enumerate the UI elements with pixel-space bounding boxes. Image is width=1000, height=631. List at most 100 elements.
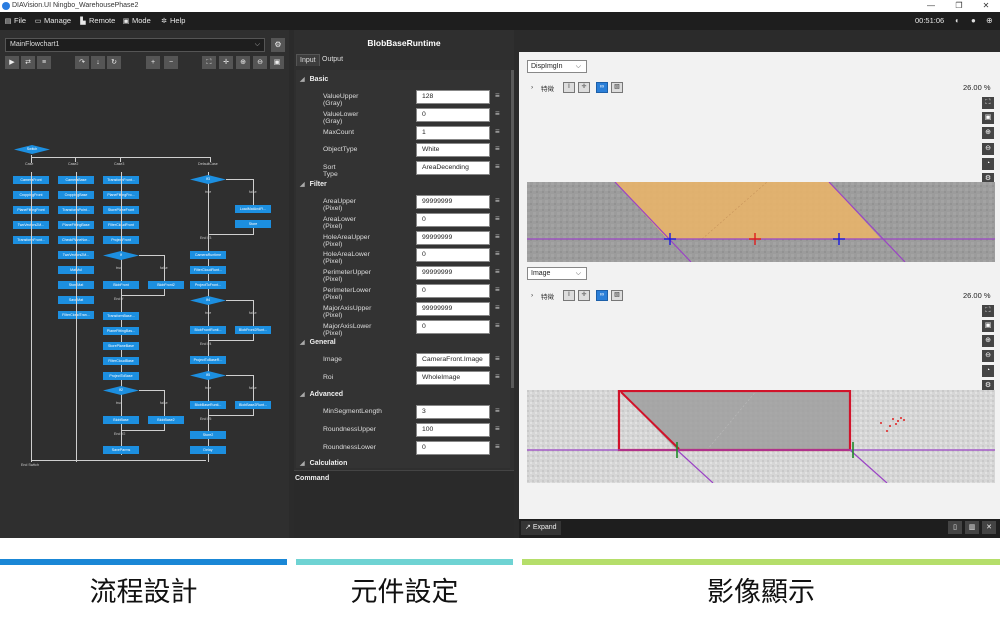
section-header[interactable]: ◢ Basic bbox=[300, 76, 328, 83]
section-header[interactable]: ◢ Filter bbox=[300, 181, 327, 188]
flow-node[interactable]: FilterCloudRunt... bbox=[190, 266, 226, 274]
property-menu-icon[interactable]: ≡ bbox=[495, 109, 500, 118]
text-tool-icon[interactable]: I bbox=[563, 290, 575, 301]
layout-single-button[interactable]: ▯ bbox=[948, 521, 962, 534]
property-value-field[interactable]: 99999999 bbox=[416, 195, 490, 209]
flow-condition[interactable]: If2 bbox=[103, 386, 139, 395]
layout-split-button[interactable]: ▥ bbox=[965, 521, 979, 534]
maximize-button[interactable]: ❐ bbox=[945, 0, 973, 12]
property-menu-icon[interactable]: ≡ bbox=[495, 267, 500, 276]
flow-node[interactable]: PlaneFittingBas... bbox=[103, 327, 139, 335]
flow-node[interactable]: BlobFront2 bbox=[148, 281, 184, 289]
actual-size-button[interactable]: ▣ bbox=[982, 112, 994, 124]
section-header[interactable]: ◢ Calculation bbox=[300, 460, 347, 467]
theme-icon[interactable]: ◐ bbox=[955, 12, 960, 30]
property-value-field[interactable]: 99999999 bbox=[416, 266, 490, 281]
property-menu-icon[interactable]: ≡ bbox=[495, 303, 500, 312]
property-value-field[interactable]: AreaDecending bbox=[416, 161, 490, 176]
section-header[interactable]: ◢ General bbox=[300, 339, 336, 346]
flow-node[interactable]: BlobFront bbox=[103, 281, 139, 289]
user-icon[interactable]: ● bbox=[971, 12, 976, 30]
top-image-canvas[interactable] bbox=[527, 182, 995, 262]
flow-node[interactable]: BlobBase bbox=[103, 416, 139, 424]
property-menu-icon[interactable]: ≡ bbox=[495, 127, 500, 136]
overlay-tool-icon[interactable]: ▧ bbox=[611, 82, 623, 93]
language-icon[interactable]: ⊕ bbox=[986, 12, 993, 30]
property-value-field[interactable]: 0 bbox=[416, 212, 490, 227]
property-menu-icon[interactable]: ≡ bbox=[495, 321, 500, 330]
property-value-field[interactable]: 0 bbox=[416, 440, 490, 455]
zoom-in-image-button[interactable]: ⊕ bbox=[982, 127, 994, 139]
property-menu-icon[interactable]: ≡ bbox=[495, 442, 500, 451]
property-value-field[interactable]: 0 bbox=[416, 107, 490, 122]
flow-node[interactable]: ProjectToFront... bbox=[190, 281, 226, 289]
flow-node[interactable]: ProjectToBaseR... bbox=[190, 356, 226, 364]
property-menu-icon[interactable]: ≡ bbox=[495, 196, 500, 205]
flow-node[interactable]: BlobFront2Runt... bbox=[235, 326, 271, 334]
property-menu-icon[interactable]: ≡ bbox=[495, 424, 500, 433]
property-menu-icon[interactable]: ≡ bbox=[495, 162, 500, 171]
flow-node[interactable]: LoadMatAndFi... bbox=[235, 205, 271, 213]
property-menu-icon[interactable]: ≡ bbox=[495, 285, 500, 294]
flow-condition[interactable]: If bbox=[103, 251, 139, 260]
cross-tool-icon[interactable]: ✛ bbox=[578, 290, 590, 301]
zoom-out-image-button[interactable]: ⊖ bbox=[982, 143, 994, 155]
zoom-in-image-button[interactable]: ⊕ bbox=[982, 335, 994, 347]
property-value-field[interactable]: 0 bbox=[416, 319, 490, 334]
actual-size-button[interactable]: ▣ bbox=[982, 320, 994, 332]
property-menu-icon[interactable]: ≡ bbox=[495, 144, 500, 153]
link-tool-icon[interactable]: ∞ bbox=[596, 82, 608, 93]
top-image-select[interactable]: DispImgIn ⌵ bbox=[527, 60, 587, 73]
flow-node[interactable]: BlobBase2 bbox=[148, 416, 184, 424]
minimize-button[interactable]: — bbox=[917, 0, 945, 12]
property-value-field[interactable]: 99999999 bbox=[416, 230, 490, 245]
property-menu-icon[interactable]: ≡ bbox=[495, 406, 500, 415]
flow-node[interactable]: Delay bbox=[190, 446, 226, 454]
property-value-field[interactable]: CameraFront.Image bbox=[416, 353, 490, 368]
expand-button[interactable]: ↗ Expand bbox=[521, 521, 561, 535]
flow-node[interactable]: CameraRuntime bbox=[190, 251, 226, 259]
property-value-field[interactable]: 1 bbox=[416, 125, 490, 140]
bottom-image-canvas[interactable] bbox=[527, 390, 995, 483]
tab-output[interactable]: Output bbox=[319, 54, 346, 66]
property-menu-icon[interactable]: ≡ bbox=[495, 91, 500, 100]
layout-close-button[interactable]: ✕ bbox=[982, 521, 996, 534]
flow-node[interactable]: TransformBase... bbox=[103, 312, 139, 320]
flow-condition[interactable]: Switch bbox=[14, 145, 50, 154]
flow-condition[interactable]: If3 bbox=[190, 175, 226, 184]
bottom-image-select[interactable]: Image ⌵ bbox=[527, 267, 587, 280]
property-menu-icon[interactable]: ≡ bbox=[495, 249, 500, 258]
link-tool-icon[interactable]: ∞ bbox=[596, 290, 608, 301]
flow-node[interactable]: SaveParms bbox=[103, 446, 139, 454]
section-header[interactable]: ◢ Advanced bbox=[300, 391, 343, 398]
flow-node[interactable]: StorePlaneBase bbox=[103, 342, 139, 350]
property-value-field[interactable]: 0 bbox=[416, 248, 490, 263]
palette-button[interactable]: ◔ bbox=[982, 158, 994, 170]
property-menu-icon[interactable]: ≡ bbox=[495, 372, 500, 381]
flow-node[interactable]: Store bbox=[235, 220, 271, 228]
flow-node[interactable]: BlobFrontRunti... bbox=[190, 326, 226, 334]
palette-button[interactable]: ◔ bbox=[982, 365, 994, 377]
feature-toggle-arrow[interactable]: › bbox=[531, 84, 533, 91]
property-menu-icon[interactable]: ≡ bbox=[495, 232, 500, 241]
flow-node[interactable]: Store2 bbox=[190, 431, 226, 439]
property-value-field[interactable]: 99999999 bbox=[416, 301, 490, 316]
property-value-field[interactable]: 0 bbox=[416, 284, 490, 298]
feature-toggle-arrow[interactable]: › bbox=[531, 292, 533, 299]
close-button[interactable]: ✕ bbox=[972, 0, 1000, 12]
property-menu-icon[interactable]: ≡ bbox=[495, 214, 500, 223]
zoom-out-image-button[interactable]: ⊖ bbox=[982, 350, 994, 362]
property-value-field[interactable]: White bbox=[416, 143, 490, 158]
cross-tool-icon[interactable]: ✛ bbox=[578, 82, 590, 93]
property-value-field[interactable]: 3 bbox=[416, 405, 490, 419]
property-scrollbar[interactable] bbox=[511, 70, 514, 388]
flow-node[interactable]: BlobBaseRunti... bbox=[190, 401, 226, 409]
overlay-tool-icon[interactable]: ▧ bbox=[611, 290, 623, 301]
flow-condition[interactable]: If5 bbox=[190, 371, 226, 380]
property-menu-icon[interactable]: ≡ bbox=[495, 354, 500, 363]
property-value-field[interactable]: 100 bbox=[416, 422, 490, 437]
fit-image-button[interactable]: ⛶ bbox=[982, 305, 994, 317]
fit-image-button[interactable]: ⛶ bbox=[982, 97, 994, 109]
flow-node[interactable]: BlobBase2Runt... bbox=[235, 401, 271, 409]
flow-node[interactable]: FilterCloudBase bbox=[103, 357, 139, 365]
